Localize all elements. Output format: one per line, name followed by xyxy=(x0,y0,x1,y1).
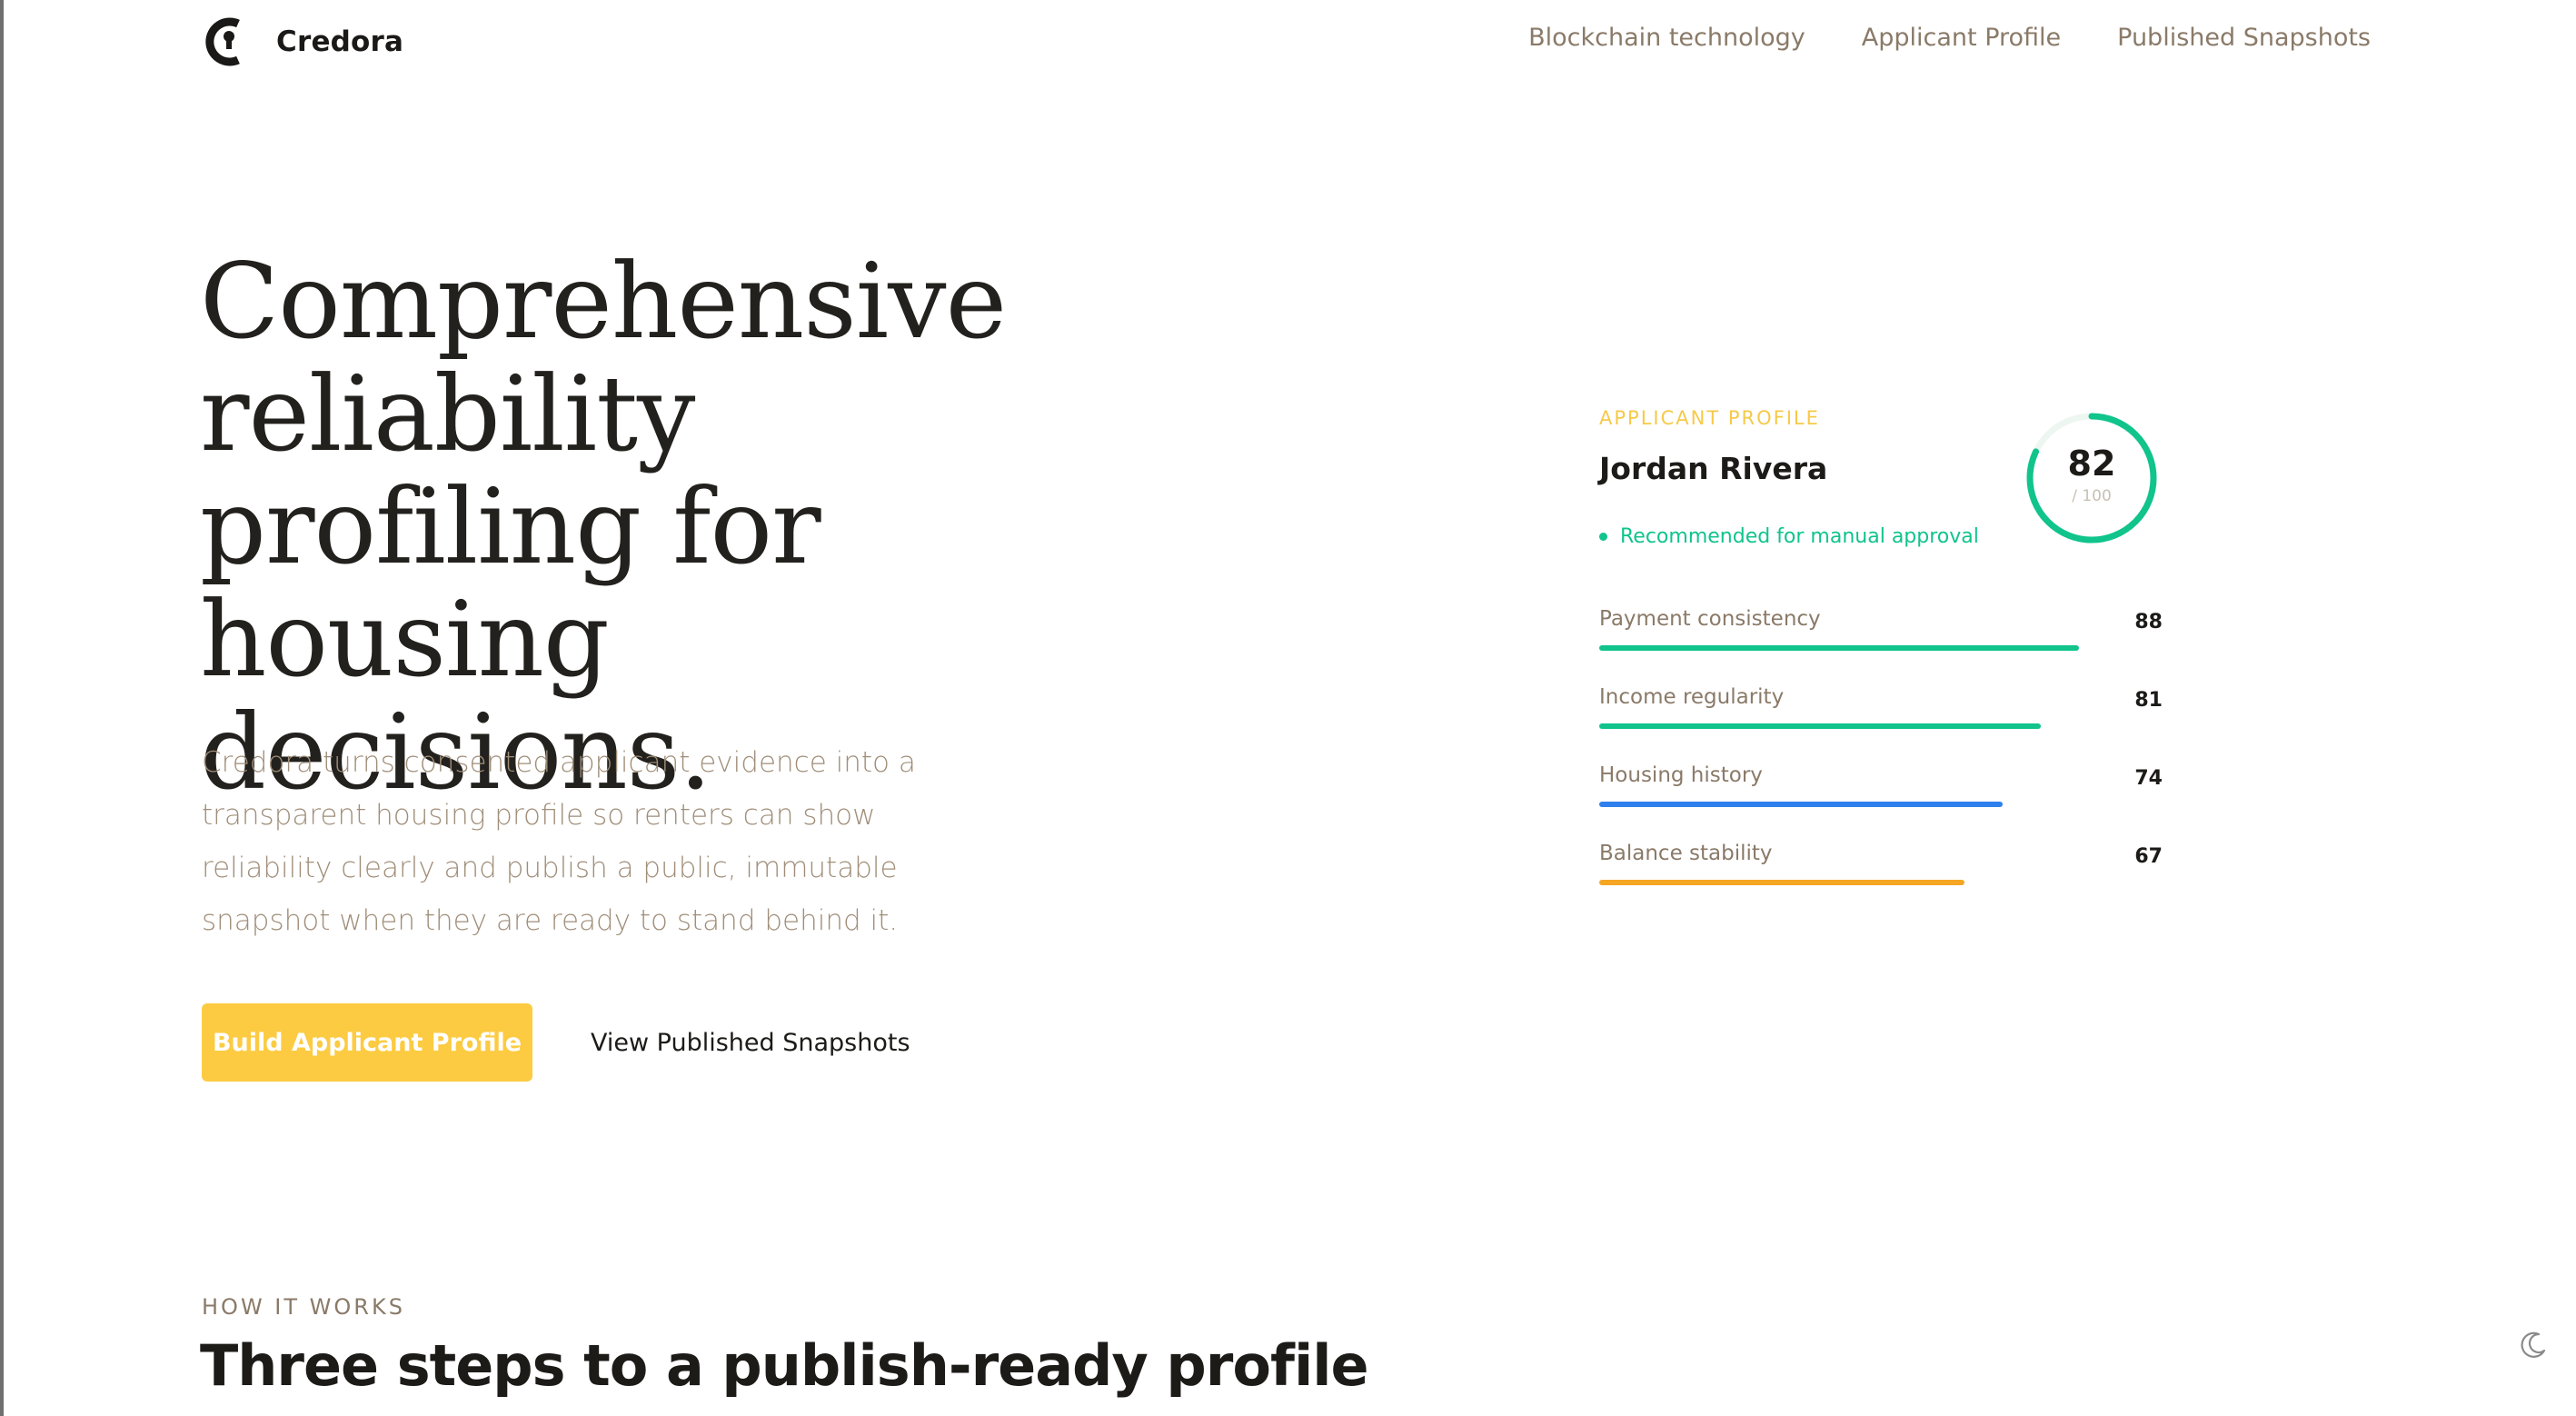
nav-published-snapshots[interactable]: Published Snapshots xyxy=(2117,24,2371,52)
nav-applicant-profile[interactable]: Applicant Profile xyxy=(1862,24,2061,52)
recommendation-status: Recommended for manual approval xyxy=(1599,525,1979,548)
metric-value: 67 xyxy=(2134,845,2163,868)
nav-blockchain-technology[interactable]: Blockchain technology xyxy=(1528,24,1805,52)
view-published-snapshots-link[interactable]: View Published Snapshots xyxy=(591,1029,910,1057)
how-it-works-eyebrow: HOW IT WORKS xyxy=(202,1294,405,1320)
metric-value: 74 xyxy=(2134,767,2163,790)
metric-label: Payment consistency xyxy=(1599,607,1821,631)
metric-value: 88 xyxy=(2134,611,2163,633)
metric-bar xyxy=(1599,723,2041,729)
brand[interactable]: Credora xyxy=(202,13,403,71)
metric-bar xyxy=(1599,645,2079,651)
card-eyebrow: APPLICANT PROFILE xyxy=(1599,407,1820,429)
metric-payment-consistency: Payment consistency 88 xyxy=(1599,607,2163,680)
metric-label: Balance stability xyxy=(1599,842,1773,865)
metric-income-regularity: Income regularity 81 xyxy=(1599,685,2163,758)
metric-balance-stability: Balance stability 67 xyxy=(1599,842,2163,914)
metric-value: 81 xyxy=(2134,689,2163,712)
credora-logo-icon xyxy=(205,17,240,66)
applicant-profile-card: APPLICANT PROFILE Jordan Rivera Recommen… xyxy=(1599,404,2163,912)
metric-label: Income regularity xyxy=(1599,685,1785,709)
score-max: / 100 xyxy=(2072,487,2112,505)
recommendation-text: Recommended for manual approval xyxy=(1620,525,1979,548)
status-dot-icon xyxy=(1599,533,1607,541)
metric-bar xyxy=(1599,880,1964,885)
score-value: 82 xyxy=(2067,444,2116,484)
hero-subtitle: Credora turns consented applicant eviden… xyxy=(202,746,916,937)
brand-name: Credora xyxy=(276,25,404,58)
top-nav: Blockchain technology Applicant Profile … xyxy=(1528,24,2371,52)
metric-housing-history: Housing history 74 xyxy=(1599,763,2163,836)
how-it-works-title: Three steps to a publish-ready profile xyxy=(200,1332,1368,1399)
moon-icon[interactable] xyxy=(2517,1329,2550,1361)
metric-bar xyxy=(1599,802,2003,807)
hero-title: Comprehensive reliability profiling for … xyxy=(200,241,1007,813)
build-applicant-profile-button[interactable]: Build Applicant Profile xyxy=(202,1003,532,1082)
metric-label: Housing history xyxy=(1599,763,1763,787)
window-left-border xyxy=(0,0,4,1416)
applicant-name: Jordan Rivera xyxy=(1599,451,1828,486)
